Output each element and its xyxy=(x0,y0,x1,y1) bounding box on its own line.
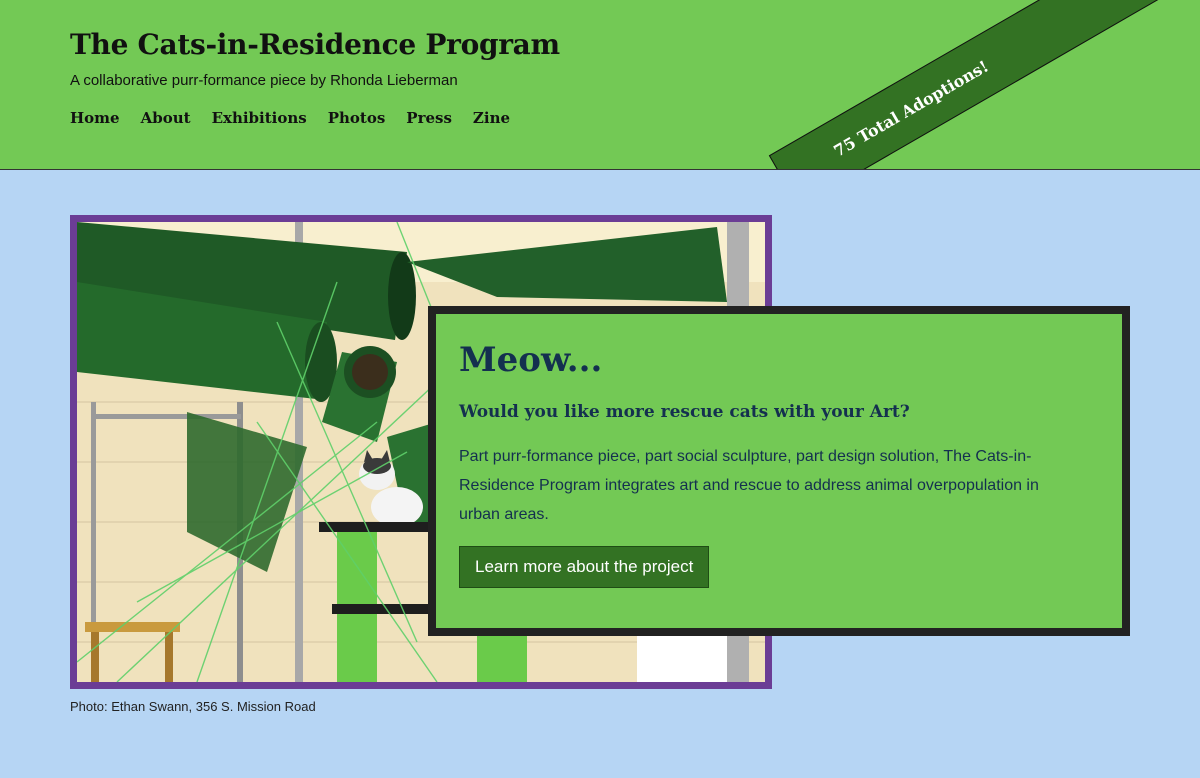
promo-heading: Meow... xyxy=(459,340,603,380)
nav-press-link[interactable]: Press xyxy=(406,109,452,127)
nav-exhibitions-link[interactable]: Exhibitions xyxy=(212,109,307,127)
site-header: The Cats-in-Residence Program A collabor… xyxy=(0,0,1200,170)
site-title[interactable]: The Cats-in-Residence Program xyxy=(70,28,560,61)
site-tagline: A collaborative purr-formance piece by R… xyxy=(70,72,458,89)
adoptions-ribbon: 75 Total Adoptions! xyxy=(768,0,1172,169)
photo-credit: Photo: Ethan Swann, 356 S. Mission Road xyxy=(70,699,316,714)
promo-subheading: Would you like more rescue cats with you… xyxy=(459,402,910,422)
nav-photos-link[interactable]: Photos xyxy=(328,109,386,127)
nav-home-link[interactable]: Home xyxy=(70,109,120,127)
nav-zine-link[interactable]: Zine xyxy=(473,109,510,127)
promo-card: Meow... Would you like more rescue cats … xyxy=(428,306,1130,636)
main-nav: Home About Exhibitions Photos Press Zine xyxy=(70,109,510,127)
adoptions-count-label: 75 Total Adoptions! xyxy=(830,56,992,161)
learn-more-button[interactable]: Learn more about the project xyxy=(459,546,710,588)
promo-body-text: Part purr-formance piece, part social sc… xyxy=(459,448,1039,523)
nav-about-link[interactable]: About xyxy=(141,109,191,127)
